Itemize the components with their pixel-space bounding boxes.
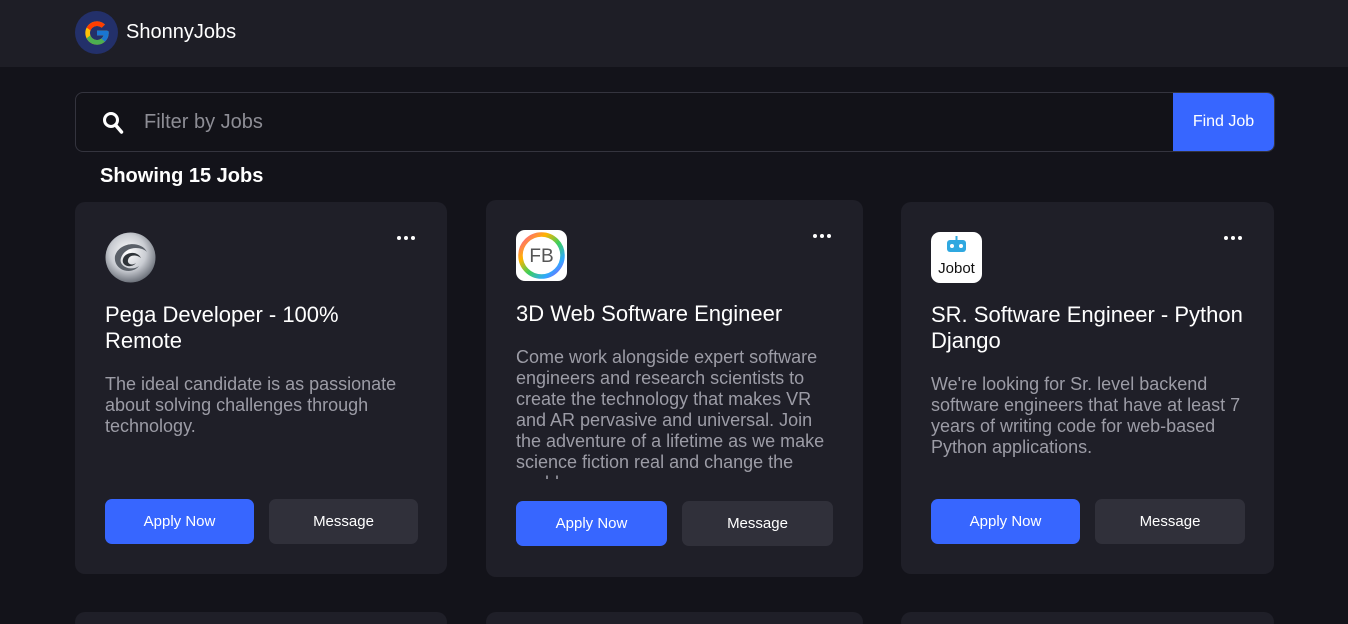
swirl-logo-icon: [105, 232, 156, 283]
job-title[interactable]: 3D Web Software Engineer: [516, 301, 836, 327]
find-job-button[interactable]: Find Job: [1173, 93, 1274, 151]
job-description: Come work alongside expert software engi…: [516, 347, 825, 479]
apply-now-button[interactable]: Apply Now: [105, 499, 254, 544]
message-button[interactable]: Message: [682, 501, 833, 546]
job-title[interactable]: SR. Software Engineer - Python Django: [931, 302, 1251, 354]
job-card-partial: [75, 612, 447, 624]
search-icon: [102, 111, 124, 135]
more-options-icon[interactable]: [397, 236, 415, 240]
search-input[interactable]: [134, 93, 1164, 151]
apply-now-button[interactable]: Apply Now: [931, 499, 1080, 544]
job-title[interactable]: Pega Developer - 100% Remote: [105, 302, 415, 354]
more-options-icon[interactable]: [1224, 236, 1242, 240]
job-description: We're looking for Sr. level backend soft…: [931, 374, 1241, 457]
brand-name: ShonnyJobs: [126, 21, 237, 43]
results-count: Showing 15 Jobs: [100, 165, 264, 187]
fb-logo-text: FB: [529, 246, 553, 267]
job-card: Pega Developer - 100% Remote The ideal c…: [75, 202, 447, 574]
job-card-partial: [901, 612, 1274, 624]
jobot-logo-icon: Jobot: [931, 232, 982, 283]
job-description: The ideal candidate is as passionate abo…: [105, 374, 397, 436]
brand[interactable]: ShonnyJobs: [75, 11, 236, 54]
job-card: Jobot SR. Software Engineer - Python Dja…: [901, 202, 1274, 574]
jobot-logo-text: Jobot: [938, 260, 976, 277]
message-button[interactable]: Message: [1095, 499, 1245, 544]
apply-now-button[interactable]: Apply Now: [516, 501, 667, 546]
job-card: FB 3D Web Software Engineer Come work al…: [486, 200, 863, 577]
navbar: ShonnyJobs: [0, 0, 1348, 67]
fb-logo-icon: FB: [516, 230, 567, 281]
search-bar: Find Job: [75, 92, 1275, 152]
more-options-icon[interactable]: [813, 234, 831, 238]
message-button[interactable]: Message: [269, 499, 418, 544]
google-g-icon: [75, 11, 118, 54]
job-card-partial: [486, 612, 863, 624]
